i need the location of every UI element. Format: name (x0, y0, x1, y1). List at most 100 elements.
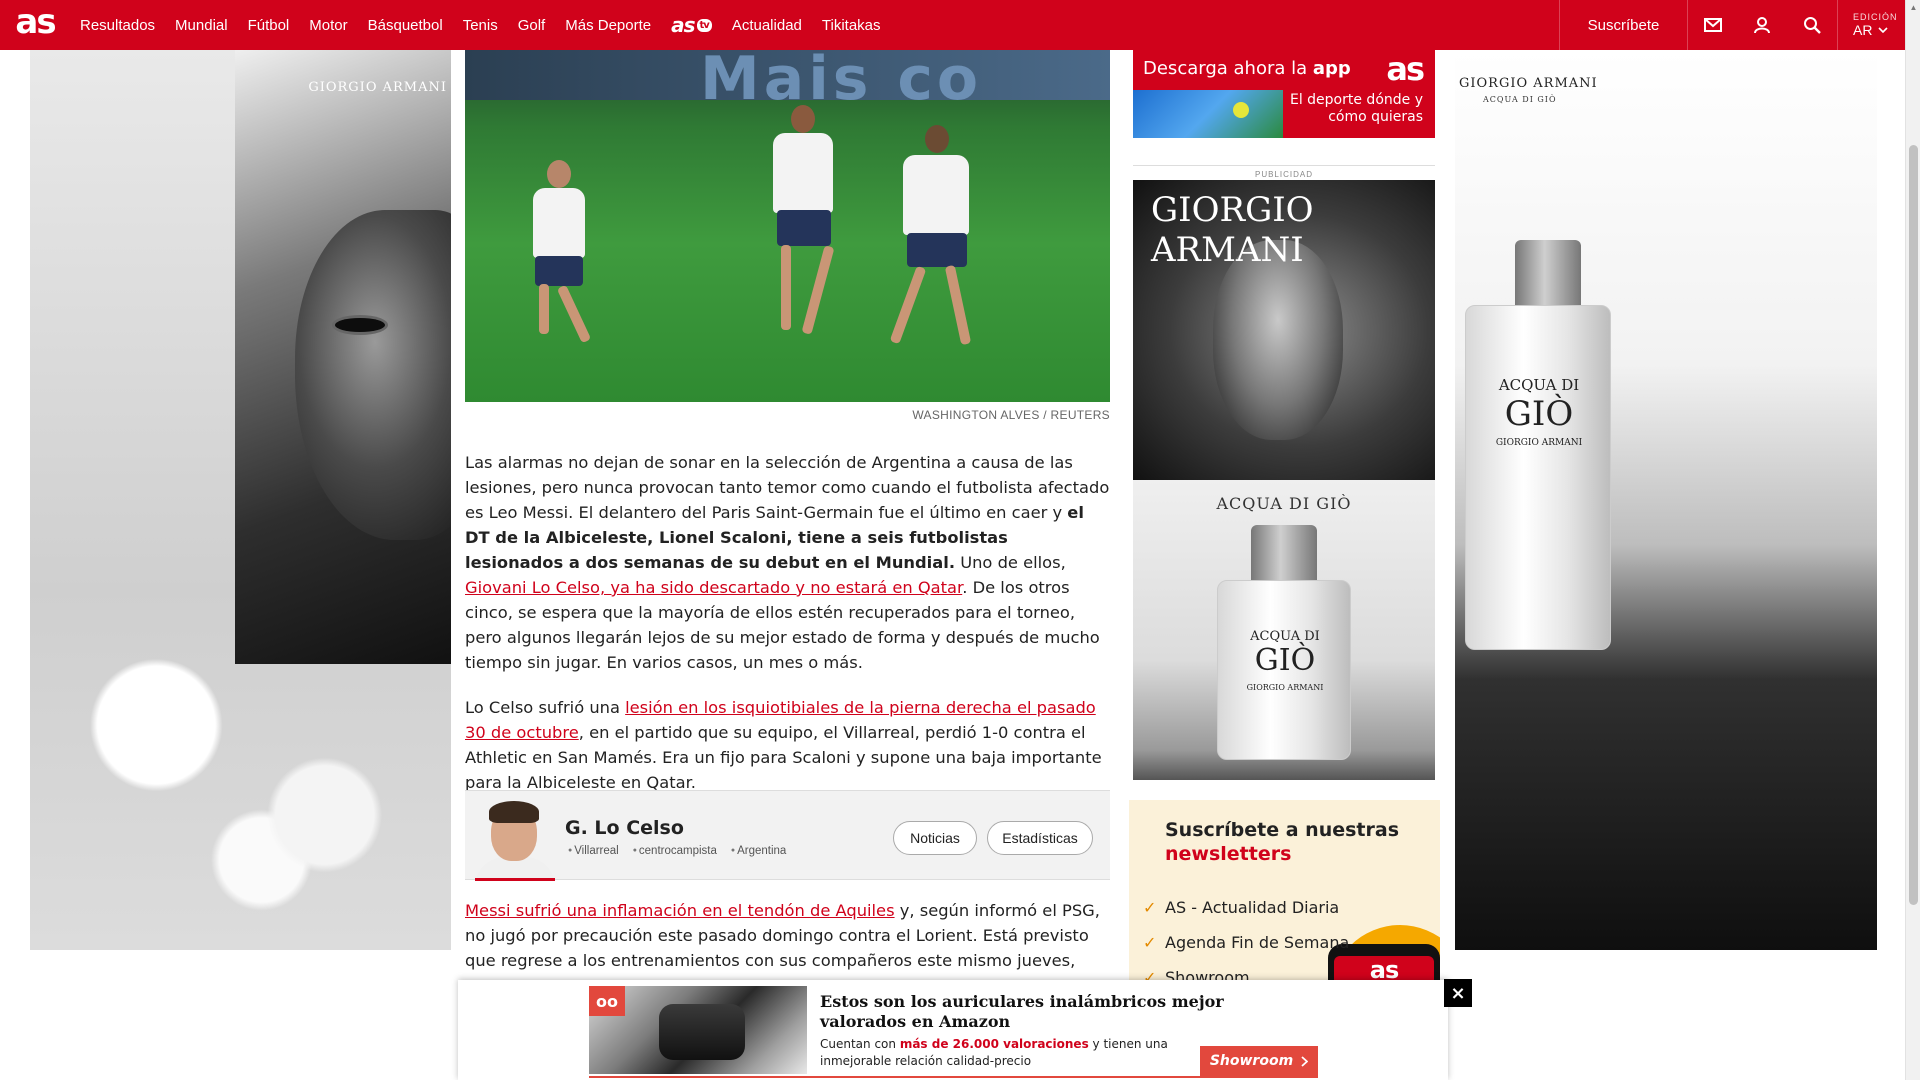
model-portrait-image (1213, 240, 1343, 440)
nav-item-mas-deporte[interactable]: Más Deporte (555, 0, 661, 50)
earbuds-case (659, 1004, 745, 1060)
app-ad-headline: Descarga ahora la app (1143, 58, 1351, 79)
article-paragraph-2: Lo Celso sufrió una lesión en los isquio… (465, 695, 1110, 795)
armani-logo-left: GIORGIO ARMANI (308, 80, 447, 95)
armani-rail-logo: GIORGIO ARMANI (1151, 190, 1314, 270)
nav-item-motor[interactable]: Motor (299, 0, 357, 50)
bottle-cap-right (1515, 240, 1581, 310)
nav-item-as-tv[interactable]: as tv (661, 0, 722, 50)
model-face-image (295, 210, 451, 540)
app-ad-tagline: El deporte dónde y cómo quieras (1289, 92, 1423, 125)
nav-item-tenis[interactable]: Tenis (453, 0, 508, 50)
advertising-label: PUBLICIDAD (1133, 165, 1435, 179)
p1-text-b: Uno de ellos, (955, 553, 1066, 572)
newsletter-item-actualidad[interactable]: ✓ AS - Actualidad Diaria (1143, 898, 1349, 933)
article-photo[interactable]: Mais co (465, 50, 1110, 402)
armani-rail-ad-top: GIORGIO ARMANI (1133, 180, 1435, 480)
aqua-di-gio-title: ACQUA DI GIÒ (1216, 494, 1352, 513)
nav-item-futbol[interactable]: Fútbol (238, 0, 300, 50)
as-tv-badge: tv (696, 18, 712, 32)
newsletter-item-label: Agenda Fin de Semana (1165, 933, 1350, 952)
showroom-button-label: Showroom (1209, 1053, 1294, 1069)
nav-item-resultados[interactable]: Resultados (70, 0, 165, 50)
app-ad-prefix: Descarga ahora la (1143, 58, 1313, 79)
user-icon[interactable] (1737, 0, 1787, 50)
top-navigation-bar: as Resultados Mundial Fútbol Motor Básqu… (0, 0, 1905, 50)
nav-item-actualidad[interactable]: Actualidad (722, 0, 812, 50)
bottle-right-label-1: ACQUA DI (1498, 376, 1580, 394)
download-app-ad[interactable]: Descarga ahora la app as El deporte dónd… (1133, 50, 1435, 138)
article-body: Las alarmas no dejan de sonar en la sele… (465, 450, 1110, 815)
subscribe-button[interactable]: Suscríbete (1559, 0, 1687, 50)
page-scrollbar[interactable]: ▲ (1905, 0, 1920, 1080)
player-tag-position: centrocampista (633, 845, 717, 857)
header-tools: Suscríbete EDICIÓN AR (1559, 0, 1905, 50)
showroom-glasses-icon: oo (589, 986, 625, 1016)
scrollbar-thumb[interactable] (1909, 145, 1918, 905)
edition-label: EDICIÓN (1853, 12, 1898, 22)
newsletter-item-label: AS - Actualidad Diaria (1165, 898, 1340, 917)
sticky-ad-headline[interactable]: Estos son los auriculares inalámbricos m… (820, 992, 1260, 1032)
stadium-banner-text: Mais co (700, 50, 983, 114)
showroom-button[interactable]: Showroom (1200, 1046, 1318, 1076)
player-stats-button[interactable]: Estadísticas (987, 821, 1093, 855)
p2-text-a: Lo Celso sufrió una (465, 698, 626, 717)
nav-item-mundial[interactable]: Mundial (165, 0, 238, 50)
rail-bottle-cap (1251, 525, 1317, 585)
rail-bottle-label-3: GIORGIO ARMANI (1246, 683, 1324, 692)
bottle-right-label-3: GIORGIO ARMANI (1495, 438, 1583, 448)
newsletter-item-agenda[interactable]: ✓ Agenda Fin de Semana (1143, 933, 1349, 968)
rail-bottle: ACQUA DI GIÒ GIORGIO ARMANI (1217, 580, 1351, 760)
article-paragraph-1: Las alarmas no dejan de sonar en la sele… (465, 450, 1110, 675)
nav-item-golf[interactable]: Golf (508, 0, 556, 50)
photo-credit: WASHINGTON ALVES / REUTERS (912, 408, 1110, 422)
app-ad-bold: app (1312, 58, 1351, 79)
sticky-sub-a: Cuentan con (820, 1037, 900, 1051)
player-avatar[interactable] (475, 797, 555, 881)
armani-logo-right: GIORGIO ARMANI (1459, 76, 1598, 91)
edition-selector[interactable]: EDICIÓN AR (1837, 0, 1905, 50)
player-tag-team: Villarreal (568, 845, 619, 857)
app-ad-logo: as (1386, 50, 1425, 88)
p1-text-a: Las alarmas no dejan de sonar en la sele… (465, 453, 1110, 522)
lo-celso-descartado-link[interactable]: Giovani Lo Celso, ya ha sido descartado … (465, 578, 962, 597)
edition-value-row: AR (1853, 22, 1889, 38)
sticky-ad-underline (589, 1076, 1318, 1078)
player-news-button[interactable]: Noticias (893, 821, 977, 855)
nav-item-tikitakas[interactable]: Tikitakas (812, 0, 891, 50)
sticky-sub-highlight: más de 26.000 valoraciones (899, 1037, 1089, 1051)
as-tv-logo-text: as (671, 13, 695, 37)
right-background-ad[interactable]: GIORGIO ARMANI ACQUA DI GIÒ ACQUA DI GIÒ… (1455, 50, 1877, 950)
newsletter-title: Suscríbete a nuestras newsletters (1165, 818, 1399, 866)
stadium-banner: Mais co (465, 50, 1110, 114)
nav-item-basquetbol[interactable]: Básquetbol (358, 0, 453, 50)
left-armani-ad-panel[interactable]: GIORGIO ARMANI (235, 50, 451, 664)
armani-sub-right: ACQUA DI GIÒ (1483, 95, 1557, 104)
rail-bottle-label-2: GIÒ (1254, 643, 1316, 678)
close-ad-button[interactable]: × (1444, 979, 1472, 1007)
rail-bottle-label-1: ACQUA DI (1250, 629, 1320, 644)
newsletter-title-1: Suscríbete a nuestras (1165, 819, 1400, 841)
chevron-down-icon (1878, 27, 1889, 33)
player-tag-country: Argentina (731, 845, 786, 857)
player-card: G. Lo Celso Villarreal centrocampista Ar… (465, 790, 1110, 881)
armani-rail-ad[interactable]: GIORGIO ARMANI ACQUA DI GIÒ ACQUA DI GIÒ… (1133, 180, 1435, 780)
bottle-right: ACQUA DI GIÒ GIORGIO ARMANI (1465, 305, 1611, 650)
check-icon: ✓ (1143, 933, 1157, 952)
armani-rail-ad-bottom: ACQUA DI GIÒ ACQUA DI GIÒ GIORGIO ARMANI (1133, 480, 1435, 780)
sticky-ad-subtext: Cuentan con más de 26.000 valoraciones y… (820, 1036, 1210, 1070)
check-icon: ✓ (1143, 898, 1157, 917)
chevron-right-icon (1301, 1055, 1309, 1067)
main-nav: Resultados Mundial Fútbol Motor Básquetb… (70, 0, 891, 50)
messi-inflamacion-link[interactable]: Messi sufrió una inflamación en el tendó… (465, 901, 895, 920)
sticky-bottom-ad[interactable]: oo Estos son los auriculares inalámbrico… (458, 980, 1448, 1080)
scroll-up-arrow-icon[interactable]: ▲ (1906, 0, 1920, 16)
player-name[interactable]: G. Lo Celso (565, 817, 684, 839)
player-tags: Villarreal centrocampista Argentina (568, 845, 786, 857)
newsletter-title-2: newsletters (1165, 843, 1292, 865)
search-icon[interactable] (1787, 0, 1837, 50)
as-logo[interactable]: as (0, 0, 70, 50)
edition-value: AR (1853, 22, 1873, 38)
bottle-right-label-2: GIÒ (1504, 394, 1574, 434)
mail-icon[interactable] (1687, 0, 1737, 50)
